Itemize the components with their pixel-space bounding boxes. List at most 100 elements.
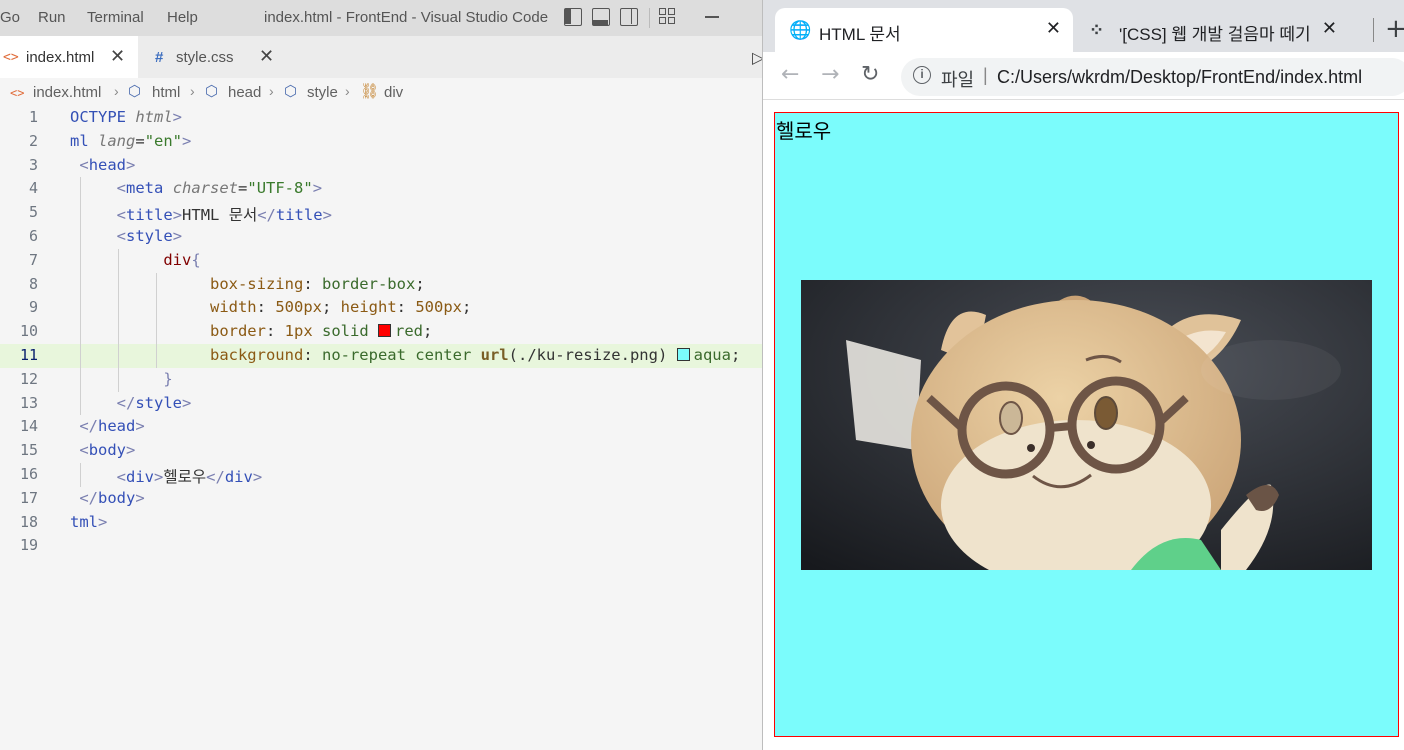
code-text: div{ bbox=[163, 250, 201, 269]
code-line: 2 ml lang="en"> bbox=[0, 130, 762, 154]
velog-icon: ⁘ bbox=[1089, 20, 1105, 40]
browser-toolbar: ← → ↻ i 파일 | C:/Users/wkrdm/Desktop/Fron… bbox=[763, 52, 1404, 100]
rendered-div: 헬로우 bbox=[774, 112, 1399, 737]
toggle-primary-sidebar-icon[interactable] bbox=[564, 8, 582, 26]
browser-tab-active[interactable]: 🌐 HTML 문서 ✕ bbox=[775, 8, 1073, 52]
code-line: 1 OCTYPE html> bbox=[0, 106, 762, 130]
chevron-right-icon: › bbox=[114, 83, 119, 99]
menu-go[interactable]: Go bbox=[0, 9, 20, 26]
menu-run[interactable]: Run bbox=[38, 9, 66, 26]
reload-icon[interactable]: ↻ bbox=[861, 62, 879, 87]
code-text: box-sizing: border-box; bbox=[209, 274, 425, 293]
line-number: 2 bbox=[28, 131, 38, 150]
line-number: 4 bbox=[28, 179, 38, 198]
breadcrumb-item[interactable]: style bbox=[307, 84, 338, 101]
line-number: 12 bbox=[19, 369, 38, 388]
line-number: 8 bbox=[28, 274, 38, 293]
color-swatch[interactable] bbox=[378, 324, 392, 338]
code-text: <meta charset="UTF-8"> bbox=[116, 179, 323, 198]
line-number: 5 bbox=[28, 203, 38, 222]
code-line: 14 </head> bbox=[0, 415, 762, 439]
breadcrumb-item[interactable]: html bbox=[152, 84, 180, 101]
back-icon[interactable]: ← bbox=[781, 62, 799, 87]
code-text: <body> bbox=[79, 441, 136, 460]
code-line: 3 <head> bbox=[0, 154, 762, 178]
line-number: 7 bbox=[28, 250, 38, 269]
code-line: 7 div{ bbox=[0, 248, 762, 273]
line-number: 13 bbox=[19, 393, 38, 412]
address-scheme: 파일 bbox=[941, 70, 975, 90]
line-number: 18 bbox=[19, 512, 38, 531]
tab-index-html[interactable]: <> index.html ✕ bbox=[0, 36, 138, 78]
line-number: 10 bbox=[19, 322, 38, 341]
toggle-secondary-sidebar-icon[interactable] bbox=[620, 8, 638, 26]
close-icon[interactable]: ✕ bbox=[259, 46, 274, 67]
code-line: 6 <style> bbox=[0, 225, 762, 249]
info-icon[interactable]: i bbox=[913, 66, 931, 84]
code-text: OCTYPE html> bbox=[70, 108, 183, 126]
close-icon[interactable]: ✕ bbox=[110, 46, 125, 67]
tab-divider bbox=[1373, 18, 1374, 42]
code-line: 5 <title>HTML 문서</title> bbox=[0, 201, 762, 225]
code-line: 17 </body> bbox=[0, 487, 762, 511]
tab-label: index.html bbox=[26, 49, 95, 66]
div-text: 헬로우 bbox=[776, 119, 832, 143]
cube-icon: ⬡ bbox=[128, 83, 142, 100]
breadcrumb-item[interactable]: head bbox=[228, 84, 261, 101]
code-editor[interactable]: 1 OCTYPE html> 2 ml lang="en"> 3 <head> 4 … bbox=[0, 106, 762, 750]
tab-style-css[interactable]: # style.css ✕ bbox=[138, 36, 286, 78]
line-number: 19 bbox=[19, 536, 38, 555]
code-line: 19 bbox=[0, 534, 762, 558]
toggle-panel-icon[interactable] bbox=[592, 8, 610, 26]
address-url: C:/Users/wkrdm/Desktop/FrontEnd/index.ht… bbox=[997, 67, 1363, 87]
code-text: <title>HTML 문서</title> bbox=[116, 206, 332, 225]
close-icon[interactable]: ✕ bbox=[1322, 18, 1337, 39]
code-text: ml lang="en"> bbox=[70, 131, 192, 150]
line-number: 17 bbox=[19, 488, 38, 507]
breadcrumb-item[interactable]: index.html bbox=[33, 84, 101, 101]
code-text: <head> bbox=[79, 155, 136, 174]
code-text: tml> bbox=[70, 512, 108, 531]
minimize-icon[interactable] bbox=[705, 16, 719, 18]
line-number: 14 bbox=[19, 417, 38, 436]
code-line: 10 border: 1px solid red; bbox=[0, 320, 762, 344]
close-icon[interactable]: ✕ bbox=[1046, 18, 1061, 39]
address-bar[interactable]: i 파일 | C:/Users/wkrdm/Desktop/FrontEnd/i… bbox=[901, 58, 1404, 96]
code-line: 13 </style> bbox=[0, 391, 762, 416]
customize-layout-icon[interactable] bbox=[659, 8, 677, 26]
cube-icon: ⬡ bbox=[205, 83, 219, 100]
css-file-icon: # bbox=[155, 49, 164, 66]
line-number: 16 bbox=[19, 465, 38, 483]
chevron-right-icon: › bbox=[345, 83, 350, 99]
tab-label: style.css bbox=[176, 49, 234, 66]
code-text: width: 500px; height: 500px; bbox=[209, 298, 472, 317]
breadcrumb-item[interactable]: div bbox=[384, 84, 403, 101]
editor-tab-bar: <> index.html ✕ # style.css ✕ ▷ bbox=[0, 36, 764, 78]
menu-help[interactable]: Help bbox=[167, 9, 198, 26]
chrome-window: 🌐 HTML 문서 ✕ ⁘ '[CSS] 웹 개발 걸음마 떼기 ✕ + ← →… bbox=[762, 0, 1404, 750]
new-tab-icon[interactable]: + bbox=[1385, 14, 1404, 44]
menu-terminal[interactable]: Terminal bbox=[87, 9, 144, 26]
code-line: 8 box-sizing: border-box; bbox=[0, 272, 762, 297]
code-text: </body> bbox=[79, 488, 145, 507]
browser-tab[interactable]: ⁘ '[CSS] 웹 개발 걸음마 떼기 ✕ bbox=[1077, 8, 1367, 52]
line-number: 1 bbox=[28, 108, 38, 126]
code-text: </head> bbox=[79, 417, 145, 436]
line-number: 11 bbox=[19, 346, 38, 364]
code-line: 16 <div>헬로우</div> bbox=[0, 463, 762, 487]
chevron-right-icon: › bbox=[190, 83, 195, 99]
window-title: index.html - FrontEnd - Visual Studio Co… bbox=[264, 9, 549, 26]
forward-icon[interactable]: → bbox=[821, 62, 839, 87]
code-line: 12 } bbox=[0, 367, 762, 392]
browser-tab-strip: 🌐 HTML 문서 ✕ ⁘ '[CSS] 웹 개발 걸음마 떼기 ✕ + bbox=[763, 0, 1404, 52]
color-swatch[interactable] bbox=[676, 348, 690, 361]
titlebar-divider bbox=[649, 8, 650, 28]
line-number: 15 bbox=[19, 441, 38, 460]
code-line-current: 11 background: no-repeat center url(./ku… bbox=[0, 344, 762, 368]
cube-icon: ⬡ bbox=[284, 83, 298, 100]
breadcrumb: <> index.html › ⬡ html › ⬡ head › ⬡ styl… bbox=[0, 80, 762, 104]
html-file-icon: <> bbox=[3, 50, 19, 65]
code-text: background: no-repeat center url(./ku-re… bbox=[209, 346, 741, 364]
line-number: 3 bbox=[28, 155, 38, 174]
code-text: </style> bbox=[116, 393, 192, 412]
